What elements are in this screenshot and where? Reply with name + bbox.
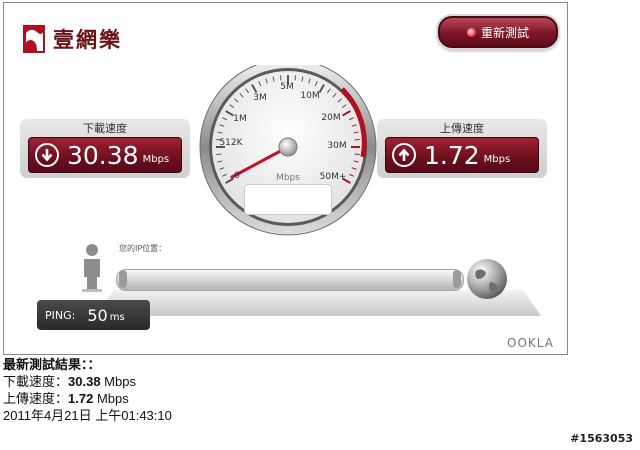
ping-unit: ms (109, 312, 125, 323)
gauge-tick (294, 75, 297, 81)
record-dot-icon (466, 27, 476, 37)
person-icon (81, 243, 103, 297)
ookla-logo: OOKLA (507, 336, 554, 350)
speed-gauge (199, 65, 377, 236)
gauge-tick (354, 138, 360, 141)
watermark: #1563053 (570, 432, 633, 445)
results-download-unit: Mbps (100, 374, 136, 389)
gauge-tick (279, 75, 282, 81)
download-unit: Mbps (142, 154, 170, 165)
download-value: 30.38 (67, 140, 139, 170)
results-title: 最新測試結果：： (3, 357, 101, 372)
track-cap-left (119, 270, 127, 288)
tick-label-10m: 10M (300, 91, 320, 101)
results-download: 下載速度：30.38 Mbps (3, 373, 172, 390)
results-download-value: 30.38 (68, 374, 101, 389)
gauge-unit: Mbps (276, 173, 300, 183)
upload-panel: 上傳速度 1.72 Mbps (377, 118, 547, 178)
connection-track (116, 269, 464, 291)
logo-mark-icon (21, 23, 47, 55)
ip-label: 您的IP位置： (119, 244, 167, 253)
download-panel: 下載速度 30.38 Mbps (20, 118, 190, 178)
upload-value: 1.72 (424, 140, 480, 170)
ping-label: PING: (45, 308, 76, 322)
tick-label-20m: 20M (321, 113, 341, 123)
results-download-prefix: 下載速度： (3, 374, 69, 389)
ping-box: PING: 50 ms (37, 300, 150, 330)
upload-label: 上傳速度 (440, 122, 484, 135)
upload-box: 1.72 Mbps (385, 137, 539, 173)
tick-label-512k: 512K (219, 138, 243, 148)
tick-label-5m: 5M (280, 82, 294, 92)
results-timestamp: 2011年4月21日 上午01:43:10 (3, 408, 172, 423)
tick-label-3m: 3M (253, 93, 267, 103)
upload-unit: Mbps (483, 154, 511, 165)
speedtest-panel: 壹網樂 重新測試 下載速度 30.38 Mbps 上傳速度 1.72 Mbps (3, 2, 568, 355)
tick-label-1m: 1M (233, 114, 247, 124)
results-upload-value: 1.72 (68, 391, 94, 406)
arrow-up-icon (392, 143, 416, 167)
brand-logo: 壹網樂 (21, 23, 122, 55)
globe-icon (464, 256, 510, 306)
gauge-tick (216, 153, 222, 156)
logo-text: 壹網樂 (53, 28, 122, 52)
results-upload-unit: Mbps (93, 391, 129, 406)
retest-label: 重新測試 (480, 25, 529, 40)
tick-label-50m: 50M+ (319, 172, 347, 182)
results-upload: 上傳速度：1.72 Mbps (3, 390, 172, 407)
ping-value: 50 (87, 305, 108, 325)
tick-label-30m: 30M (327, 141, 347, 151)
retest-button[interactable]: 重新測試 (438, 16, 558, 48)
results-upload-prefix: 上傳速度： (3, 391, 69, 406)
arrow-down-icon (35, 143, 59, 167)
gauge-tick (354, 153, 360, 156)
results-text: 最新測試結果：： 下載速度：30.38 Mbps 上傳速度：1.72 Mbps … (3, 356, 172, 424)
download-box: 30.38 Mbps (28, 137, 182, 173)
tick-label-0: 0 (234, 171, 240, 181)
gauge-readout (244, 184, 332, 215)
track-cap-right (453, 270, 461, 288)
download-label: 下載速度 (83, 122, 127, 135)
